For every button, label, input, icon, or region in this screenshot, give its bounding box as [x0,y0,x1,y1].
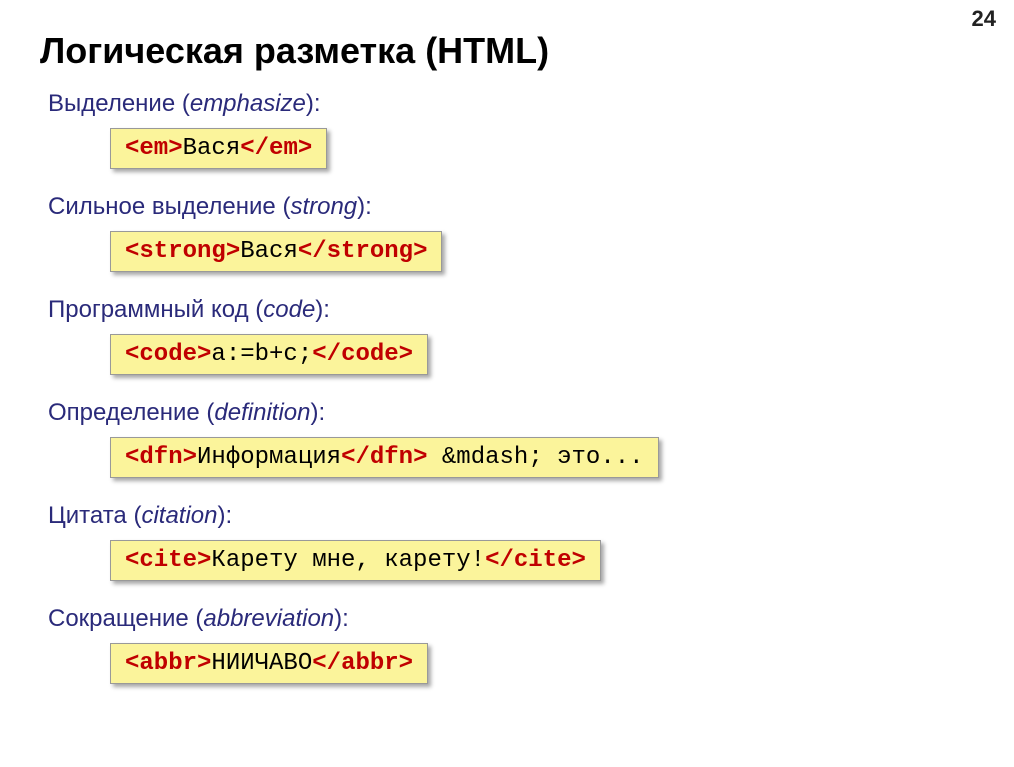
label-ru: Цитата [48,502,127,529]
label-paren: ( [276,193,291,220]
label-en: code [263,296,315,323]
code-content: Вася [240,238,298,265]
code-content: Информация [197,444,341,471]
code-content: a:=b+c; [211,341,312,368]
code-example-dfn: <dfn>Информация</dfn> &mdash; это... [110,437,659,478]
section-label-emphasize: Выделение (emphasize): [48,90,974,118]
label-paren-close: ): [311,399,326,426]
open-tag: code [139,341,197,368]
code-example-code: <code>a:=b+c;</code> [110,334,428,375]
label-paren-close: ): [218,502,233,529]
section-label-definition: Определение (definition): [48,399,974,427]
section-label-abbreviation: Сокращение (abbreviation): [48,605,974,633]
code-example-abbr: <abbr>НИИЧАВО</abbr> [110,643,428,684]
section-label-code: Программный код (code): [48,296,974,324]
label-paren-close: ): [334,605,349,632]
open-tag: em [139,135,168,162]
open-tag: cite [139,547,197,574]
code-after: &mdash; это... [428,444,644,471]
label-en: strong [290,193,357,220]
label-paren-close: ): [357,193,372,220]
label-en: emphasize [190,90,306,117]
label-paren: ( [127,502,142,529]
close-tag: code [341,341,399,368]
slide-container: 24 Логическая разметка (HTML) Выделение … [0,0,1014,767]
close-tag: abbr [341,650,399,677]
label-paren-close: ): [306,90,321,117]
label-paren: ( [189,605,204,632]
close-tag: dfn [370,444,413,471]
label-ru: Программный код [48,296,249,323]
code-example-em: <em>Вася</em> [110,128,327,169]
label-paren: ( [200,399,215,426]
label-ru: Сокращение [48,605,189,632]
code-content: Карету мне, карету! [211,547,485,574]
label-ru: Сильное выделение [48,193,276,220]
close-tag: cite [514,547,572,574]
code-content: Вася [183,135,241,162]
label-paren-close: ): [315,296,330,323]
open-tag: strong [139,238,225,265]
label-en: abbreviation [203,605,334,632]
code-example-cite: <cite>Карету мне, карету!</cite> [110,540,601,581]
code-content: НИИЧАВО [211,650,312,677]
close-tag: strong [327,238,413,265]
label-paren: ( [249,296,264,323]
section-label-citation: Цитата (citation): [48,502,974,530]
label-ru: Выделение [48,90,175,117]
open-tag: abbr [139,650,197,677]
slide-title: Логическая разметка (HTML) [40,30,974,72]
label-paren: ( [175,90,190,117]
code-example-strong: <strong>Вася</strong> [110,231,442,272]
label-en: definition [214,399,310,426]
page-number: 24 [972,6,996,32]
label-en: citation [141,502,217,529]
label-ru: Определение [48,399,200,426]
close-tag: em [269,135,298,162]
open-tag: dfn [139,444,182,471]
section-label-strong: Сильное выделение (strong): [48,193,974,221]
